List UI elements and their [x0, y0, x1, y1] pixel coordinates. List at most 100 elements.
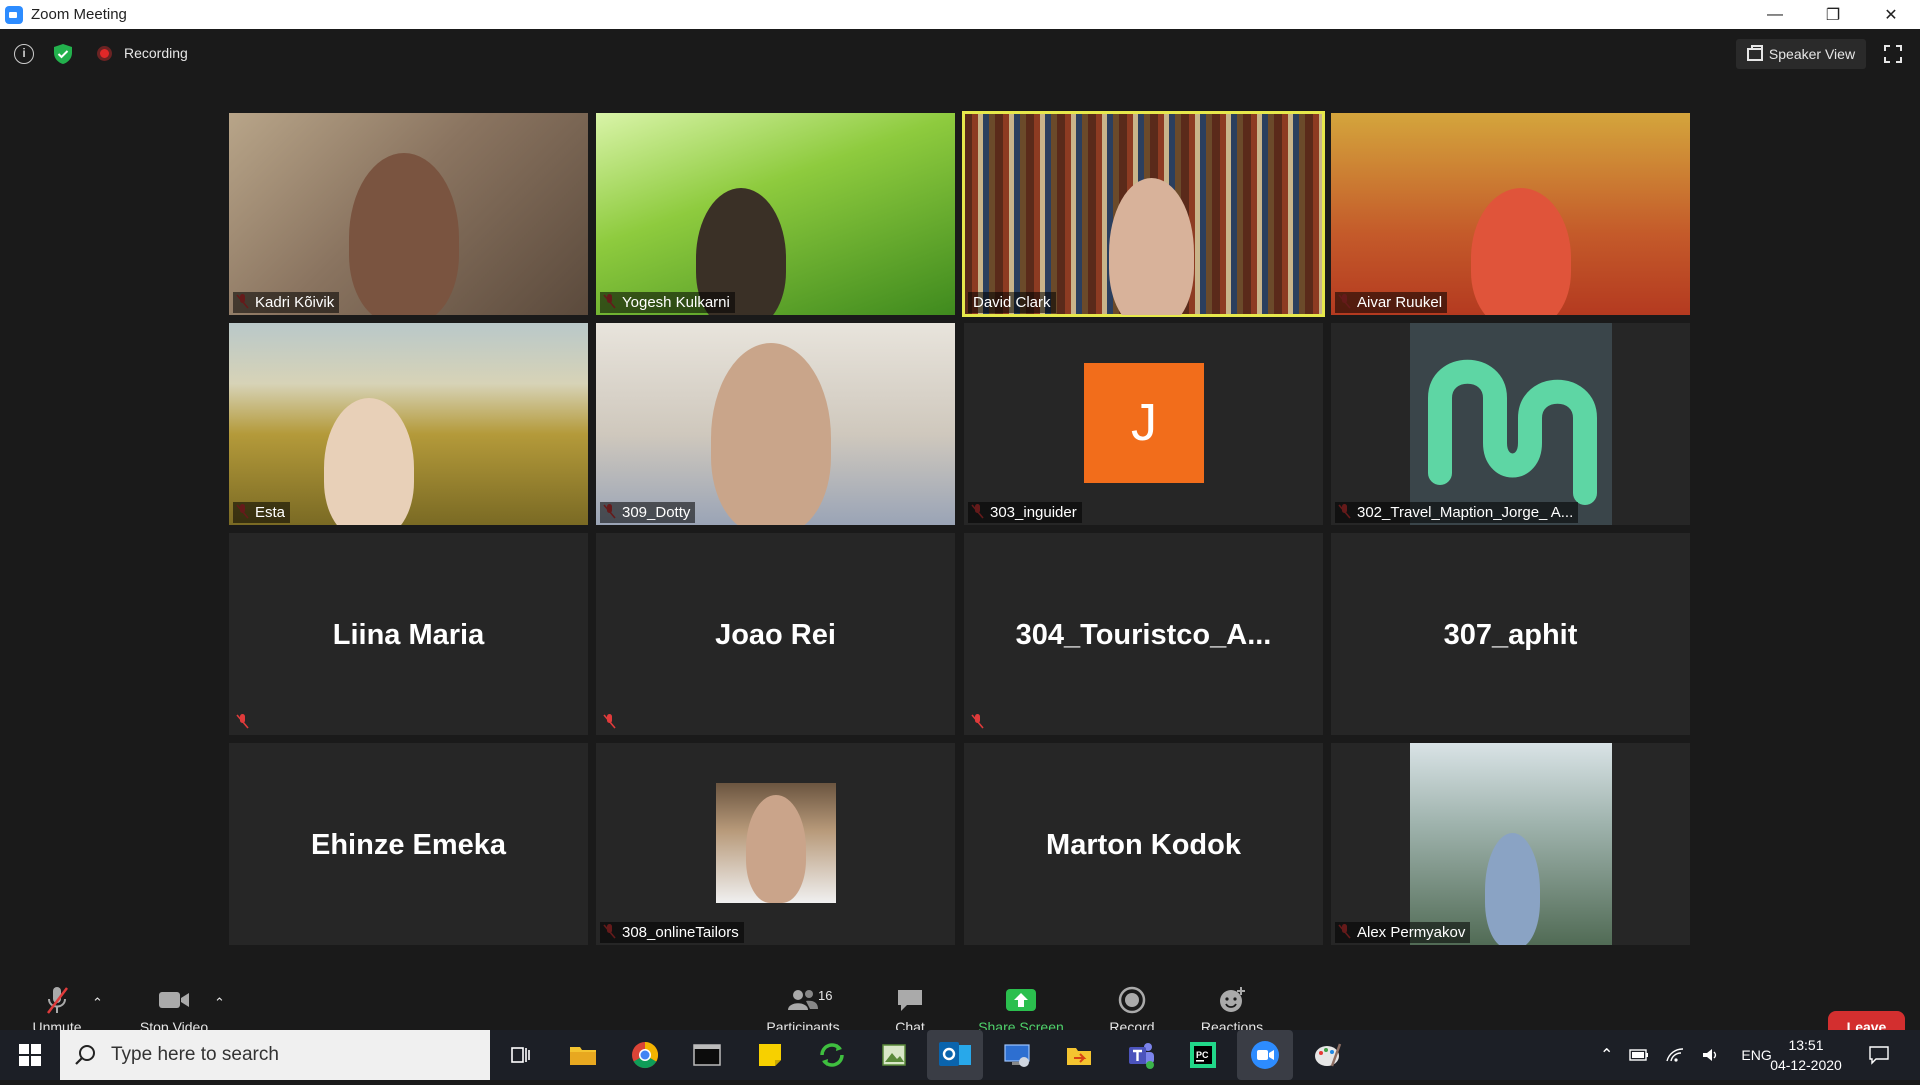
- file-explorer-icon[interactable]: [566, 1038, 600, 1072]
- sticky-notes-icon[interactable]: [753, 1038, 787, 1072]
- zoom-taskbar-icon[interactable]: [1237, 1030, 1293, 1080]
- shield-icon[interactable]: [52, 43, 74, 65]
- participant-name: 303_inguider: [968, 502, 1082, 523]
- participant-photo: [746, 795, 806, 903]
- window-controls: — ❐ ✕: [1746, 0, 1920, 29]
- svg-text:PC: PC: [1196, 1050, 1209, 1060]
- chrome-icon[interactable]: [628, 1038, 662, 1072]
- reactions-smiley-icon: [1220, 987, 1245, 1012]
- clock-time: 13:51: [1788, 1037, 1824, 1053]
- video-tile[interactable]: 307_aphit: [1331, 533, 1690, 735]
- windows-logo-icon: [19, 1044, 41, 1066]
- participant-photo: [1485, 833, 1540, 945]
- video-tile[interactable]: Esta: [229, 323, 588, 525]
- participant-name: Yogesh Kulkarni: [600, 292, 735, 313]
- task-view-icon[interactable]: [503, 1038, 537, 1072]
- windows-taskbar: Type here to search PC ⌃ ENG 13:51 04-12…: [0, 1030, 1920, 1080]
- video-tile[interactable]: Alex Permyakov: [1331, 743, 1690, 945]
- volume-icon[interactable]: [1701, 1047, 1721, 1063]
- paint-palette-icon[interactable]: [1310, 1038, 1344, 1072]
- participant-video: [349, 153, 459, 315]
- participant-video: [1109, 178, 1194, 315]
- participant-name: 302_Travel_Maption_Jorge_ A...: [1335, 502, 1579, 523]
- share-screen-icon: [1006, 989, 1036, 1011]
- video-tile[interactable]: 304_Touristco_A...: [964, 533, 1323, 735]
- outlook-icon[interactable]: [927, 1030, 983, 1080]
- participant-name: David Clark: [968, 292, 1056, 313]
- remote-desktop-icon[interactable]: [1000, 1038, 1034, 1072]
- participant-name-large: Marton Kodok: [1046, 829, 1241, 861]
- battery-icon[interactable]: [1629, 1048, 1649, 1062]
- participant-name: 308_onlineTailors: [600, 922, 744, 943]
- audio-options-chevron-icon[interactable]: ⌃: [92, 995, 103, 1011]
- image-editor-icon[interactable]: [877, 1038, 911, 1072]
- participant-name: 309_Dotty: [600, 502, 696, 523]
- video-camera-icon: [159, 992, 189, 1008]
- system-tray: ⌃ ENG: [1600, 1030, 1772, 1080]
- participant-name: Kadri Kõivik: [233, 292, 340, 313]
- video-tile[interactable]: Yogesh Kulkarni: [596, 113, 955, 315]
- restore-button[interactable]: ❐: [1804, 0, 1862, 29]
- close-button[interactable]: ✕: [1862, 0, 1920, 29]
- avatar-logo: [1410, 323, 1612, 525]
- participants-icon: [788, 990, 818, 1010]
- brand-logo-icon: [1428, 359, 1597, 505]
- window-titlebar: Zoom Meeting — ❐ ✕: [0, 0, 1920, 29]
- terminal-icon[interactable]: [690, 1038, 724, 1072]
- video-tile[interactable]: 308_onlineTailors: [596, 743, 955, 945]
- gallery-grid: Kadri Kõivik Yogesh Kulkarni David Clark…: [229, 111, 1691, 947]
- video-tile[interactable]: Liina Maria: [229, 533, 588, 735]
- recording-dot-icon: [97, 46, 112, 61]
- zoom-app-icon: [5, 5, 23, 24]
- speaker-view-button[interactable]: Speaker View: [1736, 39, 1866, 69]
- info-icon[interactable]: i: [14, 44, 34, 64]
- start-button[interactable]: [0, 1030, 60, 1080]
- video-tile[interactable]: Marton Kodok: [964, 743, 1323, 945]
- participant-name-large: Liina Maria: [332, 619, 485, 651]
- clock-date: 04-12-2020: [1770, 1057, 1842, 1073]
- video-tile[interactable]: Kadri Kõivik: [229, 113, 588, 315]
- video-tile[interactable]: J 303_inguider: [964, 323, 1323, 525]
- video-tile[interactable]: 302_Travel_Maption_Jorge_ A...: [1331, 323, 1690, 525]
- participant-name-large: Joao Rei: [715, 619, 836, 651]
- video-tile[interactable]: Ehinze Emeka: [229, 743, 588, 945]
- speaker-view-icon: [1746, 44, 1763, 61]
- video-tile[interactable]: Joao Rei: [596, 533, 955, 735]
- taskbar-clock[interactable]: 13:51 04-12-2020: [1768, 1035, 1844, 1075]
- participant-name-large: Ehinze Emeka: [310, 829, 507, 861]
- participant-name-large: 307_aphit: [1443, 619, 1578, 651]
- participant-name: Aivar Ruukel: [1335, 292, 1448, 313]
- notifications-icon[interactable]: [1868, 1044, 1890, 1066]
- show-hidden-icons-chevron-icon[interactable]: ⌃: [1600, 1045, 1613, 1065]
- muted-microphone-icon: [47, 987, 68, 1014]
- wifi-icon[interactable]: [1665, 1047, 1685, 1063]
- video-options-chevron-icon[interactable]: ⌃: [214, 995, 225, 1011]
- participant-name-large: 304_Touristco_A...: [1015, 619, 1272, 651]
- avatar-photo: [1410, 743, 1612, 945]
- participant-name: Alex Permyakov: [1335, 922, 1471, 943]
- participant-video: [1471, 188, 1571, 315]
- participants-count: 16: [818, 988, 833, 1003]
- window-title: Zoom Meeting: [31, 6, 127, 23]
- participant-video: [324, 398, 414, 525]
- muted-mic-icon: [971, 714, 984, 729]
- folder-transfer-icon[interactable]: [1062, 1038, 1096, 1072]
- participant-video: [711, 343, 831, 525]
- avatar: J: [1084, 363, 1204, 483]
- video-tile[interactable]: 309_Dotty: [596, 323, 955, 525]
- avatar-photo: [716, 783, 836, 903]
- participant-name: Esta: [233, 502, 291, 523]
- teams-icon[interactable]: [1124, 1038, 1158, 1072]
- record-icon: [1118, 986, 1146, 1014]
- meeting-area: i Recording Speaker View Kadri Kõivik Yo…: [0, 29, 1920, 1060]
- video-tile[interactable]: Aivar Ruukel: [1331, 113, 1690, 315]
- search-icon: [75, 1045, 95, 1065]
- sync-icon[interactable]: [815, 1038, 849, 1072]
- recording-label: Recording: [124, 45, 188, 61]
- pycharm-icon[interactable]: PC: [1186, 1038, 1220, 1072]
- minimize-button[interactable]: —: [1746, 0, 1804, 29]
- search-placeholder: Type here to search: [111, 1044, 279, 1065]
- fullscreen-icon[interactable]: [1884, 45, 1902, 63]
- video-tile-active-speaker[interactable]: David Clark: [962, 111, 1325, 317]
- taskbar-search-box[interactable]: Type here to search: [60, 1030, 490, 1080]
